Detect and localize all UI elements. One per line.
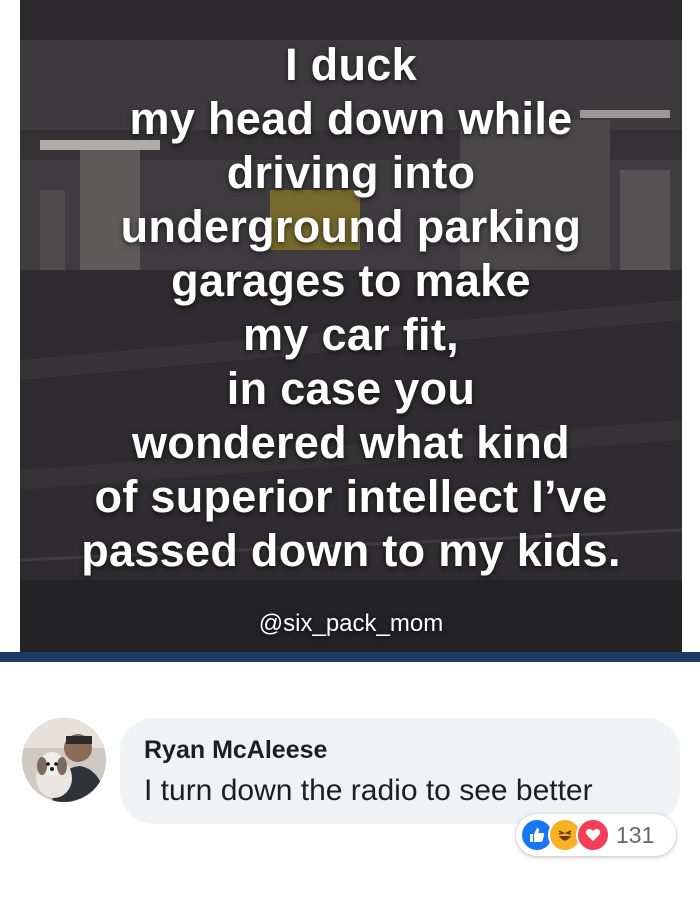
meme-caption-line: my head down while xyxy=(129,93,573,144)
page: I duck my head down while driving into u… xyxy=(0,0,700,924)
meme-caption-line: in case you xyxy=(226,363,476,414)
commenter-avatar[interactable] xyxy=(22,718,106,802)
avatar-photo xyxy=(22,718,106,802)
meme-caption-line: underground parking xyxy=(120,201,582,252)
meme-caption: I duck my head down while driving into u… xyxy=(20,38,682,578)
meme-caption-line: driving into xyxy=(226,147,476,198)
post-divider-bar xyxy=(0,652,700,662)
meme-caption-line: passed down to my kids. xyxy=(81,525,621,576)
meme-caption-line: of superior intellect I’ve xyxy=(94,471,608,522)
meme-image[interactable]: I duck my head down while driving into u… xyxy=(20,0,682,652)
comment-author-name[interactable]: Ryan McAleese xyxy=(144,736,327,765)
comment-text: I turn down the radio to see better xyxy=(144,774,593,807)
reactions-summary[interactable]: 131 xyxy=(516,814,676,856)
meme-caption-line: wondered what kind xyxy=(132,417,570,468)
love-icon xyxy=(576,818,610,852)
meme-watermark: @six_pack_mom xyxy=(258,610,444,637)
comment-bubble: Ryan McAleese I turn down the radio to s… xyxy=(120,718,680,824)
reaction-count: 131 xyxy=(616,821,655,848)
meme-caption-line: garages to make xyxy=(171,255,531,306)
meme-caption-line: I duck xyxy=(285,39,417,90)
meme-caption-line: my car fit, xyxy=(243,309,459,360)
